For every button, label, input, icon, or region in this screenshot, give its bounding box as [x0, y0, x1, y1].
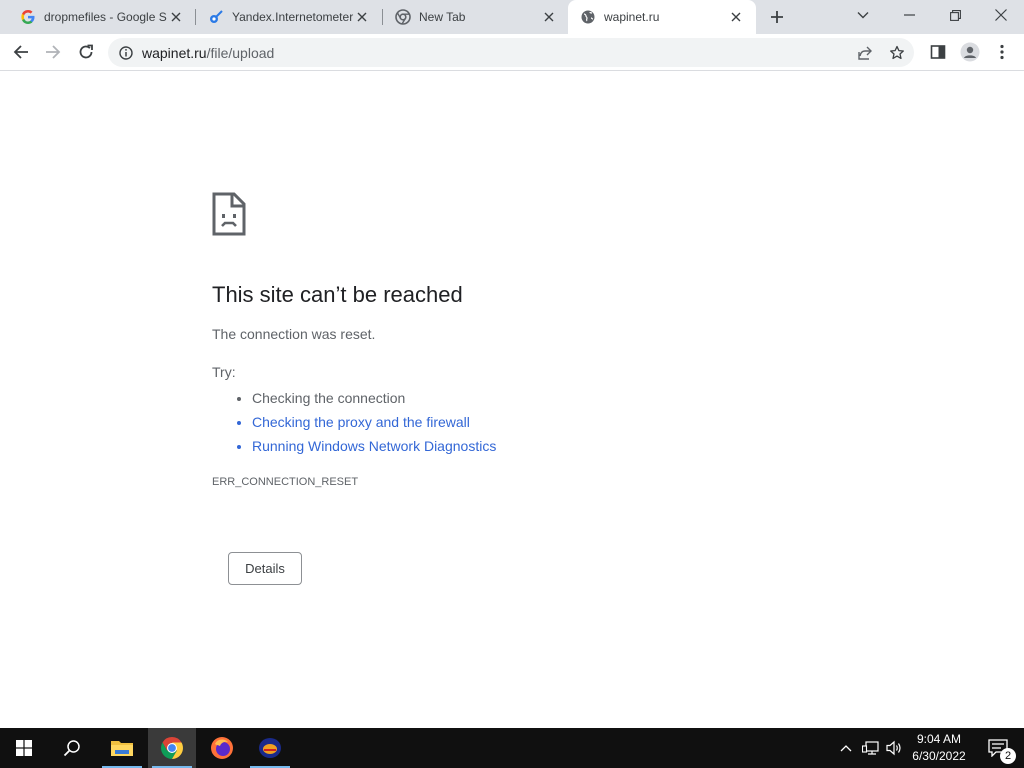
folder-icon — [111, 741, 133, 756]
close-icon[interactable] — [168, 9, 184, 25]
forward-arrow-icon — [46, 45, 61, 59]
share-icon[interactable] — [856, 44, 874, 62]
clock-button[interactable]: 9:04 AM 6/30/2022 — [906, 728, 972, 768]
speaker-icon — [886, 740, 901, 756]
suggestion-check-connection: Checking the connection — [252, 386, 812, 410]
url-text: wapinet.ru/file/upload — [142, 45, 274, 61]
forward-button[interactable] — [39, 38, 67, 66]
close-icon[interactable] — [354, 9, 370, 25]
search-icon — [63, 740, 80, 757]
network-icon — [862, 741, 879, 755]
search-button[interactable] — [48, 728, 96, 768]
back-button[interactable] — [7, 38, 35, 66]
close-icon[interactable] — [728, 9, 744, 25]
tab-title: Yandex.Internetometer — [232, 10, 354, 24]
chrome-taskbar-button[interactable] — [148, 728, 196, 768]
reload-icon — [79, 44, 93, 59]
tab-title: New Tab — [419, 10, 466, 24]
tab-new-tab[interactable]: New Tab — [375, 0, 569, 34]
more-vertical-icon — [1000, 44, 1004, 60]
windows-logo-icon — [16, 740, 32, 756]
close-icon[interactable] — [541, 9, 557, 25]
yandex-rocket-icon — [208, 9, 224, 25]
tab-title: dropmefiles - Google S — [44, 10, 167, 24]
try-label: Try: — [212, 364, 236, 380]
profile-avatar-icon — [960, 42, 980, 62]
file-explorer-button[interactable] — [98, 728, 146, 768]
new-tab-button[interactable] — [766, 6, 788, 28]
tab-search-button[interactable] — [840, 0, 886, 30]
minimize-icon — [903, 14, 915, 16]
reload-button[interactable] — [72, 38, 100, 66]
tab-yandex[interactable]: Yandex.Internetometer — [188, 0, 382, 34]
error-description: The connection was reset. — [212, 326, 376, 342]
error-code: ERR_CONNECTION_RESET — [212, 476, 359, 488]
google-g-icon — [20, 9, 36, 25]
suggestion-check-proxy-link[interactable]: Checking the proxy and the firewall — [252, 410, 812, 434]
notification-count-badge: 2 — [1000, 748, 1016, 764]
bookmark-star-icon[interactable] — [888, 44, 906, 62]
details-button[interactable]: Details — [228, 552, 302, 585]
chrome-logo-icon — [161, 737, 183, 759]
tab-wapinet[interactable]: wapinet.ru — [568, 0, 756, 34]
restore-icon — [949, 9, 961, 21]
network-button[interactable] — [860, 728, 882, 768]
side-panel-button[interactable] — [924, 38, 952, 66]
url-host: wapinet.ru — [142, 44, 207, 61]
sad-page-icon — [212, 192, 246, 236]
tab-strip: dropmefiles - Google S Yandex.Internetom… — [0, 0, 1024, 34]
profile-button[interactable] — [956, 38, 984, 66]
back-arrow-icon — [13, 45, 28, 59]
app-icon — [259, 738, 281, 758]
clock-date: 6/30/2022 — [912, 749, 966, 763]
close-icon — [995, 9, 1007, 21]
app-taskbar-button[interactable] — [246, 728, 294, 768]
tab-dropmefiles[interactable]: dropmefiles - Google S — [0, 0, 196, 34]
volume-button[interactable] — [884, 728, 906, 768]
close-window-button[interactable] — [978, 0, 1024, 30]
tab-title: wapinet.ru — [604, 10, 660, 24]
address-bar[interactable]: wapinet.ru/file/upload — [108, 38, 914, 67]
plus-icon — [771, 11, 783, 23]
suggestion-network-diagnostics-link[interactable]: Running Windows Network Diagnostics — [252, 434, 812, 458]
firefox-logo-icon — [211, 737, 233, 759]
url-path: /file/upload — [206, 44, 275, 61]
suggestions-list: Checking the connection Checking the pro… — [252, 386, 812, 458]
globe-icon — [580, 9, 596, 25]
browser-toolbar: wapinet.ru/file/upload — [0, 34, 1024, 71]
info-icon[interactable] — [118, 45, 134, 61]
restore-button[interactable] — [932, 0, 978, 30]
error-title: This site can’t be reached — [212, 282, 463, 307]
chevron-down-icon — [857, 12, 869, 19]
firefox-button[interactable] — [198, 728, 246, 768]
menu-button[interactable] — [988, 38, 1016, 66]
show-hidden-icons-button[interactable] — [836, 728, 856, 768]
clock-time: 9:04 AM — [916, 732, 962, 746]
action-center-button[interactable]: 2 — [978, 728, 1018, 768]
side-panel-icon — [930, 45, 946, 59]
chrome-icon — [395, 9, 411, 25]
error-page: This site can’t be reached The connectio… — [212, 192, 812, 488]
windows-taskbar: 9:04 AM 6/30/2022 2 — [0, 728, 1024, 768]
chevron-up-icon — [840, 745, 852, 752]
minimize-button[interactable] — [886, 0, 932, 30]
start-button[interactable] — [0, 728, 48, 768]
